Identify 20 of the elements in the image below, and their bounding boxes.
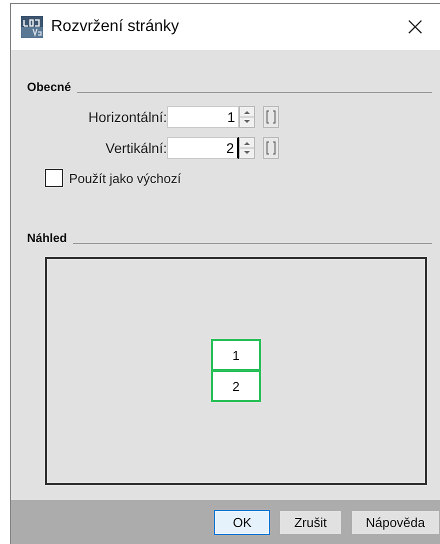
logo-icon (21, 16, 43, 38)
spinner-icon[interactable] (239, 137, 256, 159)
dialog-button[interactable]: Zrušit (279, 510, 342, 534)
bracket-icon[interactable] (263, 106, 279, 128)
checkbox[interactable] (45, 169, 63, 187)
bracket-icon[interactable] (263, 137, 279, 159)
close-button[interactable]: × (400, 14, 430, 40)
field-label: Horizontální: (87, 109, 167, 125)
checkbox-label: Použít jako výchozí (69, 170, 181, 186)
dialog-button[interactable]: OK (214, 510, 270, 534)
window-title: Rozvržení stránky (51, 18, 180, 36)
page-preview: 1 (211, 339, 261, 371)
number-field[interactable]: 2 (167, 137, 239, 159)
field-label: Vertikální: (104, 140, 167, 156)
section-title: Obecné (27, 80, 72, 94)
page-preview: 2 (211, 370, 261, 402)
dialog-button[interactable]: Nápověda (350, 510, 440, 534)
spinner-icon[interactable] (239, 106, 256, 128)
number-field[interactable]: 1 (167, 106, 239, 128)
section-title: Náhled (27, 231, 68, 245)
